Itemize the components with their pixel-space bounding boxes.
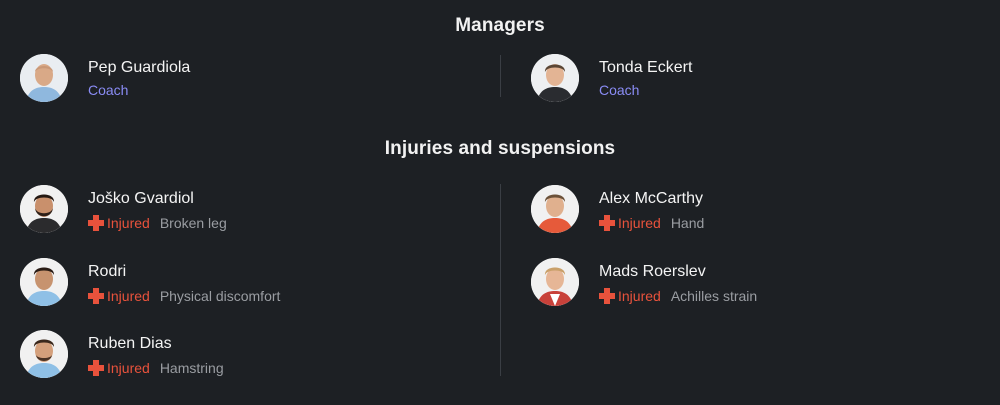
player-name[interactable]: Alex McCarthy <box>599 190 703 208</box>
injury-reason: Physical discomfort <box>159 288 281 304</box>
injury-reason: Hamstring <box>159 360 224 376</box>
managers-divider <box>500 55 501 97</box>
injury-status-line: Injured Hamstring <box>88 360 224 378</box>
managers-heading: Managers <box>455 15 545 36</box>
manager-home-avatar <box>20 54 68 102</box>
injured-player-row[interactable]: Rodri Injured Physical discomfort <box>20 258 460 308</box>
manager-home-role: Coach <box>88 82 129 98</box>
medical-cross-icon <box>599 288 615 304</box>
injury-status: Injured <box>618 215 661 231</box>
injury-status: Injured <box>107 215 150 231</box>
injury-status-line: Injured Broken leg <box>88 215 227 233</box>
injured-player-row[interactable]: Mads Roerslev Injured Achilles strain <box>531 258 971 308</box>
manager-away[interactable]: Tonda Eckert Coach <box>531 54 971 104</box>
manager-away-avatar <box>531 54 579 102</box>
player-avatar <box>20 258 68 306</box>
injury-status: Injured <box>107 288 150 304</box>
medical-cross-icon <box>88 288 104 304</box>
injury-reason: Achilles strain <box>670 288 758 304</box>
player-avatar <box>531 185 579 233</box>
player-name[interactable]: Rodri <box>88 263 126 281</box>
injury-reason: Broken leg <box>159 215 227 231</box>
player-name[interactable]: Joško Gvardiol <box>88 190 194 208</box>
manager-away-role: Coach <box>599 82 640 98</box>
injuries-heading: Injuries and suspensions <box>384 138 616 159</box>
player-avatar <box>20 330 68 378</box>
player-avatar <box>20 185 68 233</box>
injury-status: Injured <box>618 288 661 304</box>
medical-cross-icon <box>599 215 615 231</box>
medical-cross-icon <box>88 215 104 231</box>
player-name[interactable]: Ruben Dias <box>88 335 172 353</box>
player-name[interactable]: Mads Roerslev <box>599 263 706 281</box>
injuries-divider <box>500 184 501 376</box>
manager-away-name[interactable]: Tonda Eckert <box>599 59 692 77</box>
injury-status-line: Injured Hand <box>599 215 704 233</box>
manager-home[interactable]: Pep Guardiola Coach <box>20 54 460 104</box>
injury-status: Injured <box>107 360 150 376</box>
manager-home-name[interactable]: Pep Guardiola <box>88 59 190 77</box>
player-avatar <box>531 258 579 306</box>
injured-player-row[interactable]: Ruben Dias Injured Hamstring <box>20 330 460 380</box>
injury-status-line: Injured Physical discomfort <box>88 288 280 306</box>
injury-reason: Hand <box>670 215 705 231</box>
injury-status-line: Injured Achilles strain <box>599 288 757 306</box>
lineup-info-panel: Managers Pep Guardiola Coach Tonda Ecker… <box>0 0 1000 405</box>
medical-cross-icon <box>88 360 104 376</box>
injured-player-row[interactable]: Joško Gvardiol Injured Broken leg <box>20 185 460 235</box>
injured-player-row[interactable]: Alex McCarthy Injured Hand <box>531 185 971 235</box>
